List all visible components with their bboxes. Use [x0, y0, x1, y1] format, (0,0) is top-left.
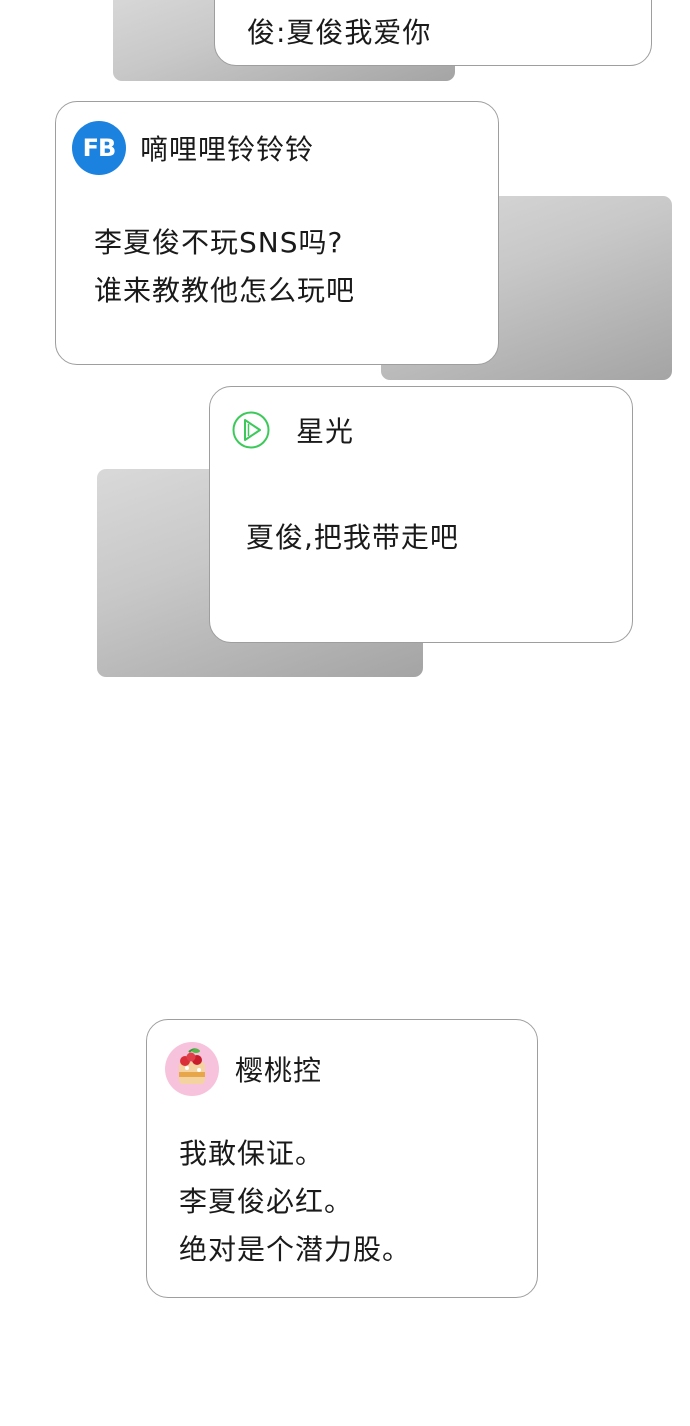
comment-card: 星光 夏俊,把我带走吧	[209, 386, 633, 643]
cherry-cake-avatar	[165, 1042, 219, 1096]
comment-text-line: 俊:夏俊我爱你	[247, 16, 432, 49]
username: 嘀哩哩铃铃铃	[140, 133, 315, 166]
comment-text: 李夏俊不玩SNS吗? 谁来教教他怎么玩吧	[94, 219, 355, 315]
comment-card: FB 嘀哩哩铃铃铃 李夏俊不玩SNS吗? 谁来教教他怎么玩吧	[55, 101, 499, 365]
comment-text-line: 绝对是个潜力股。	[179, 1233, 412, 1266]
comment-text-line: 夏俊,把我带走吧	[246, 521, 459, 554]
comment-text: 我敢保证。 李夏俊必红。 绝对是个潜力股。	[179, 1130, 411, 1274]
comic-page: 俊:夏俊我爱你 FB 嘀哩哩铃铃铃 李夏俊不玩SNS吗? 谁来教教他怎么玩吧 星…	[0, 0, 690, 1426]
comment-text-line: 谁来教教他怎么玩吧	[94, 274, 356, 307]
username: 星光	[296, 415, 355, 448]
username: 樱桃控	[235, 1054, 323, 1087]
comment-card: 俊:夏俊我爱你	[214, 0, 652, 66]
fb-avatar-icon: FB	[72, 121, 126, 175]
comment-header: 星光	[230, 409, 354, 451]
comment-text-line: 李夏俊必红。	[179, 1185, 354, 1218]
comment-header: FB 嘀哩哩铃铃铃	[72, 121, 314, 175]
comment-text: 俊:夏俊我爱你	[247, 9, 431, 57]
comment-card: 樱桃控 我敢保证。 李夏俊必红。 绝对是个潜力股。	[146, 1019, 538, 1298]
comment-text: 夏俊,把我带走吧	[246, 514, 459, 562]
comment-header: 樱桃控	[165, 1042, 322, 1096]
comment-text-line: 李夏俊不玩SNS吗?	[94, 226, 344, 259]
play-circle-icon	[230, 409, 272, 451]
comment-text-line: 我敢保证。	[179, 1137, 325, 1170]
